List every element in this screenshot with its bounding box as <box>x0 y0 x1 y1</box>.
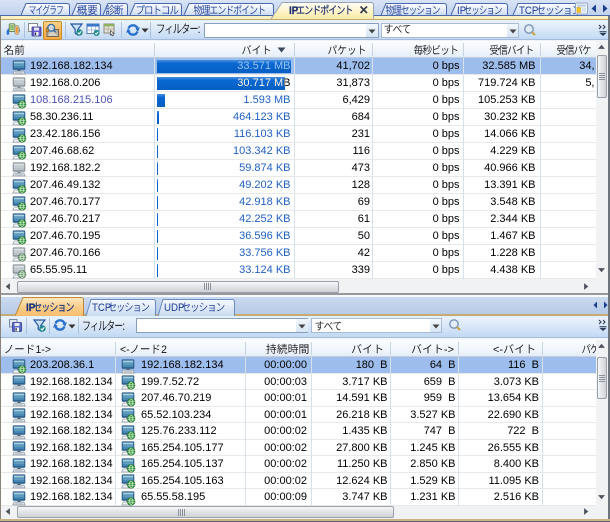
svg-text:<-: <- <box>120 344 130 356</box>
svg-text:TCP: TCP <box>519 5 538 17</box>
svg-text::: : <box>122 320 125 333</box>
svg-text:1->: 1-> <box>36 344 51 356</box>
svg-text:IP: IP <box>457 5 466 17</box>
svg-text:TCP: TCP <box>92 302 111 314</box>
svg-text:->: -> <box>444 344 454 356</box>
svg-text:2: 2 <box>161 344 167 356</box>
svg-text:IP: IP <box>26 302 35 314</box>
svg-text:<-: <- <box>493 344 503 356</box>
svg-text::: : <box>198 23 201 36</box>
svg-text:IP: IP <box>289 5 298 17</box>
svg-text:UDP: UDP <box>164 302 185 314</box>
